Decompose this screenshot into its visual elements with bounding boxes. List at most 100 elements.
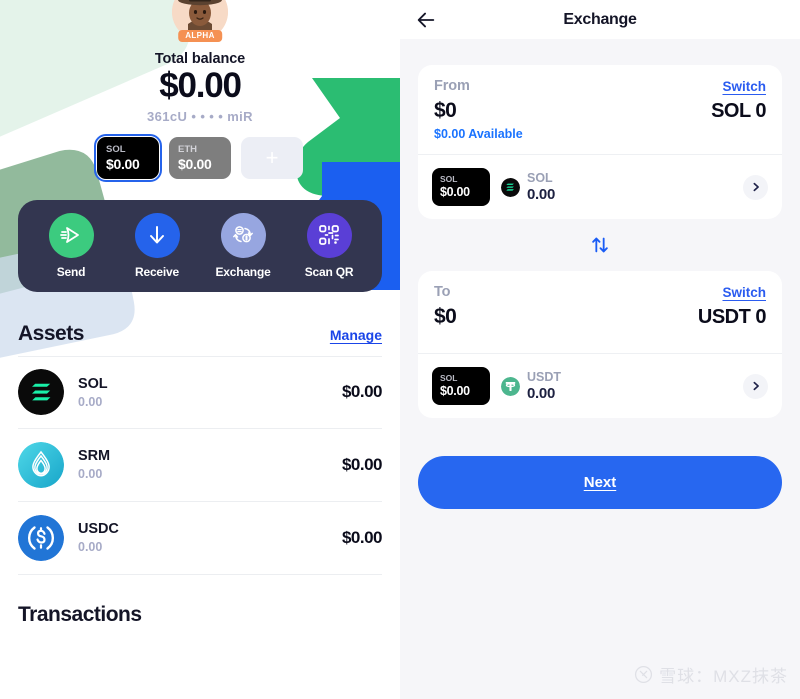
to-wallet-chip-symbol: SOL xyxy=(440,372,458,383)
from-token-meta: SOL 0.00 xyxy=(527,171,732,203)
to-switch-link[interactable]: Switch xyxy=(722,285,766,300)
to-fiat-amount[interactable]: $0 xyxy=(434,305,457,329)
to-token-selector[interactable]: SOL $0.00 USDT 0.00 xyxy=(418,353,782,418)
wallet-chips: SOL $0.00 ETH $0.00 + xyxy=(0,133,400,182)
wallet-home-panel: ALPHA Total balance $0.00 361cU • • • • … xyxy=(0,0,400,699)
from-card: From Switch $0 SOL 0 $0.00 Available SOL… xyxy=(418,65,782,219)
usdc-icon xyxy=(18,514,64,561)
from-wallet-chip: SOL $0.00 xyxy=(432,168,490,206)
action-exchange-label: Exchange xyxy=(215,264,271,279)
asset-usd-value: $0.00 xyxy=(341,527,383,547)
asset-usd-value: $0.00 xyxy=(341,454,383,474)
action-send[interactable]: Send xyxy=(35,212,107,279)
watermark: 雪球：MXZ抹茶 xyxy=(634,662,788,687)
asset-quantity: 0.00 xyxy=(78,394,103,409)
from-label: From xyxy=(434,78,470,94)
asset-symbol: USDC xyxy=(78,521,119,538)
action-receive[interactable]: Receive xyxy=(121,212,193,279)
exchange-panel: Exchange From Switch $0 SOL 0 $0.00 Avai… xyxy=(400,0,800,699)
scan-icon-circle xyxy=(306,212,352,258)
to-card: To Switch $0 USDT 0 SOL $0.00 USDT 0.00 xyxy=(418,271,782,418)
from-fiat-amount[interactable]: $0 xyxy=(434,99,457,123)
xueqiu-logo-icon xyxy=(635,665,653,684)
quick-actions-card: Send Receive Exchange Scan QR xyxy=(18,199,382,292)
asset-meta: USDC 0.00 xyxy=(78,521,342,554)
from-wallet-chip-value: $0.00 xyxy=(440,185,470,200)
wallet-address[interactable]: 361cU • • • • miR xyxy=(0,109,400,124)
manage-assets-link[interactable]: Manage xyxy=(330,327,382,343)
table-row[interactable]: SRM 0.00 $0.00 xyxy=(18,429,383,502)
action-receive-label: Receive xyxy=(135,264,179,279)
from-token-name: SOL xyxy=(527,171,553,185)
exchange-icon-circle xyxy=(220,212,266,258)
to-chevron-button[interactable] xyxy=(743,373,768,399)
from-available: $0.00 Available xyxy=(434,127,523,141)
to-token-meta: USDT 0.00 xyxy=(527,370,732,402)
chevron-right-icon xyxy=(753,182,759,192)
app-root: ALPHA Total balance $0.00 361cU • • • • … xyxy=(0,0,800,699)
page-title: Exchange xyxy=(563,10,637,28)
download-icon xyxy=(150,226,164,244)
to-wallet-chip: SOL $0.00 xyxy=(432,367,490,405)
serum-icon xyxy=(18,441,64,488)
avatar[interactable]: ALPHA xyxy=(172,0,228,42)
send-icon-circle xyxy=(48,212,94,258)
usdt-icon xyxy=(501,376,520,396)
asset-meta: SOL 0.00 xyxy=(78,376,342,409)
send-icon xyxy=(60,227,79,244)
from-token-selector[interactable]: SOL $0.00 SOL 0.00 xyxy=(418,154,782,219)
chip-sol-symbol: SOL xyxy=(106,143,126,155)
qr-icon xyxy=(319,225,339,246)
chip-eth-value: $0.00 xyxy=(178,155,212,172)
asset-meta: SRM 0.00 xyxy=(78,448,342,481)
swap-direction-button[interactable] xyxy=(400,219,800,271)
action-send-label: Send xyxy=(56,264,86,279)
asset-symbol: SOL xyxy=(78,375,108,392)
alpha-badge: ALPHA xyxy=(178,30,222,42)
solana-icon xyxy=(18,369,64,416)
back-button[interactable] xyxy=(410,4,442,36)
chip-eth[interactable]: ETH $0.00 xyxy=(169,136,231,179)
transactions-title: Transactions xyxy=(18,602,142,626)
chevron-right-icon xyxy=(753,381,759,391)
asset-quantity: 0.00 xyxy=(78,467,103,482)
action-scan-qr[interactable]: Scan QR xyxy=(293,212,365,279)
chip-sol-value: $0.00 xyxy=(106,155,140,172)
chip-sol[interactable]: SOL $0.00 xyxy=(94,133,162,182)
swap-vertical-icon xyxy=(592,237,608,253)
exchange-header: Exchange xyxy=(400,0,800,39)
asset-symbol: SRM xyxy=(78,448,110,465)
to-token-name: USDT xyxy=(527,370,562,384)
exchange-icon xyxy=(233,226,253,243)
from-wallet-chip-symbol: SOL xyxy=(440,173,458,184)
plus-icon: + xyxy=(265,144,279,170)
from-chevron-button[interactable] xyxy=(743,174,768,200)
table-row[interactable]: SOL 0.00 $0.00 xyxy=(18,355,383,429)
action-scan-qr-label: Scan QR xyxy=(304,264,354,279)
action-exchange[interactable]: Exchange xyxy=(207,212,279,279)
watermark-text: 雪球：MXZ抹茶 xyxy=(659,667,788,686)
total-balance-amount: $0.00 xyxy=(159,66,242,105)
to-token-qty: 0.00 xyxy=(527,385,555,402)
assets-header: Assets Manage xyxy=(18,322,382,346)
asset-usd-value: $0.00 xyxy=(341,382,383,402)
next-button[interactable]: Next xyxy=(418,456,782,509)
chip-eth-symbol: ETH xyxy=(178,143,197,155)
assets-title: Assets xyxy=(18,321,84,345)
to-card-top: To Switch $0 USDT 0 xyxy=(418,271,782,353)
total-balance-label: Total balance xyxy=(154,51,246,67)
solana-icon xyxy=(501,177,520,197)
asset-quantity: 0.00 xyxy=(78,540,103,555)
from-token-amount: SOL 0 xyxy=(711,100,766,122)
table-row[interactable]: USDC 0.00 $0.00 xyxy=(18,502,383,575)
assets-list: SOL 0.00 $0.00 SRM 0.00 $0.00 USDC 0.00 … xyxy=(18,355,383,575)
to-token-amount: USDT 0 xyxy=(697,306,767,328)
from-token-qty: 0.00 xyxy=(527,186,555,203)
arrow-left-icon xyxy=(417,12,435,27)
add-wallet-button[interactable]: + xyxy=(241,136,303,179)
from-switch-link[interactable]: Switch xyxy=(722,79,766,94)
receive-icon-circle xyxy=(134,212,180,258)
to-label: To xyxy=(434,284,451,300)
balance-hero: ALPHA Total balance $0.00 361cU • • • • … xyxy=(0,0,400,182)
to-wallet-chip-value: $0.00 xyxy=(440,384,470,399)
